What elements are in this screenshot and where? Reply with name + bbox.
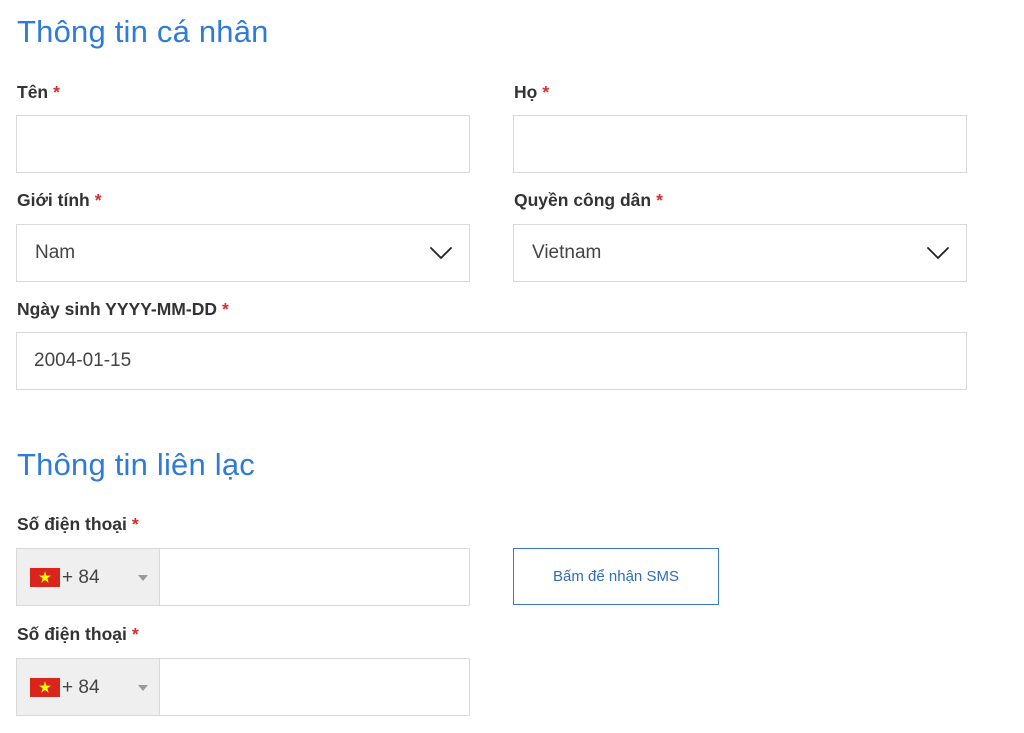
- first-name-input[interactable]: [17, 116, 469, 172]
- country-code-selector[interactable]: + 84: [17, 549, 160, 605]
- required-marker: *: [94, 190, 102, 210]
- caret-down-icon: [138, 575, 148, 581]
- phone-input-2[interactable]: [160, 659, 469, 715]
- first-name-label: Tên *: [17, 82, 60, 102]
- phone-label-text: Số điện thoại: [17, 514, 127, 534]
- section-title-contact: Thông tin liên lạc: [17, 447, 255, 482]
- citizenship-label: Quyền công dân *: [514, 190, 663, 210]
- citizenship-select[interactable]: Vietnam: [513, 224, 967, 282]
- last-name-field[interactable]: [513, 115, 967, 173]
- vietnam-flag-icon: [30, 678, 60, 697]
- country-code-selector-2[interactable]: + 84: [17, 659, 160, 715]
- last-name-input[interactable]: [514, 116, 966, 172]
- caret-down-icon: [138, 685, 148, 691]
- phone-field-2: + 84: [16, 658, 470, 716]
- chevron-down-icon: [927, 247, 949, 259]
- citizenship-select-value: Vietnam: [532, 242, 602, 263]
- required-marker: *: [53, 82, 60, 102]
- birthdate-field[interactable]: [16, 332, 967, 390]
- section-title-personal: Thông tin cá nhân: [17, 14, 269, 49]
- birthdate-label-text: Ngày sinh YYYY-MM-DD: [17, 299, 217, 319]
- dial-code: + 84: [62, 567, 100, 588]
- required-marker: *: [542, 82, 550, 102]
- gender-label: Giới tính *: [17, 190, 102, 210]
- dial-code-2: + 84: [62, 677, 100, 698]
- birthdate-label: Ngày sinh YYYY-MM-DD *: [17, 299, 229, 319]
- required-marker: *: [131, 514, 139, 534]
- phone-label: Số điện thoại *: [17, 514, 139, 534]
- last-name-label: Họ *: [514, 82, 550, 102]
- phone-label-2: Số điện thoại *: [17, 624, 139, 644]
- gender-select[interactable]: Nam: [16, 224, 470, 282]
- gender-select-value: Nam: [35, 242, 76, 263]
- last-name-label-text: Họ: [514, 82, 538, 102]
- chevron-down-icon: [430, 247, 452, 259]
- required-marker: *: [222, 299, 229, 319]
- birthdate-input[interactable]: [17, 333, 966, 389]
- phone-label-2-text: Số điện thoại: [17, 624, 127, 644]
- gender-label-text: Giới tính: [17, 190, 90, 210]
- citizenship-label-text: Quyền công dân: [514, 190, 652, 210]
- phone-input[interactable]: [160, 549, 469, 605]
- request-sms-button[interactable]: Bấm để nhận SMS: [513, 548, 719, 605]
- required-marker: *: [131, 624, 139, 644]
- vietnam-flag-icon: [30, 568, 60, 587]
- first-name-field[interactable]: [16, 115, 470, 173]
- required-marker: *: [656, 190, 663, 210]
- first-name-label-text: Tên: [17, 82, 49, 102]
- phone-field: + 84: [16, 548, 470, 606]
